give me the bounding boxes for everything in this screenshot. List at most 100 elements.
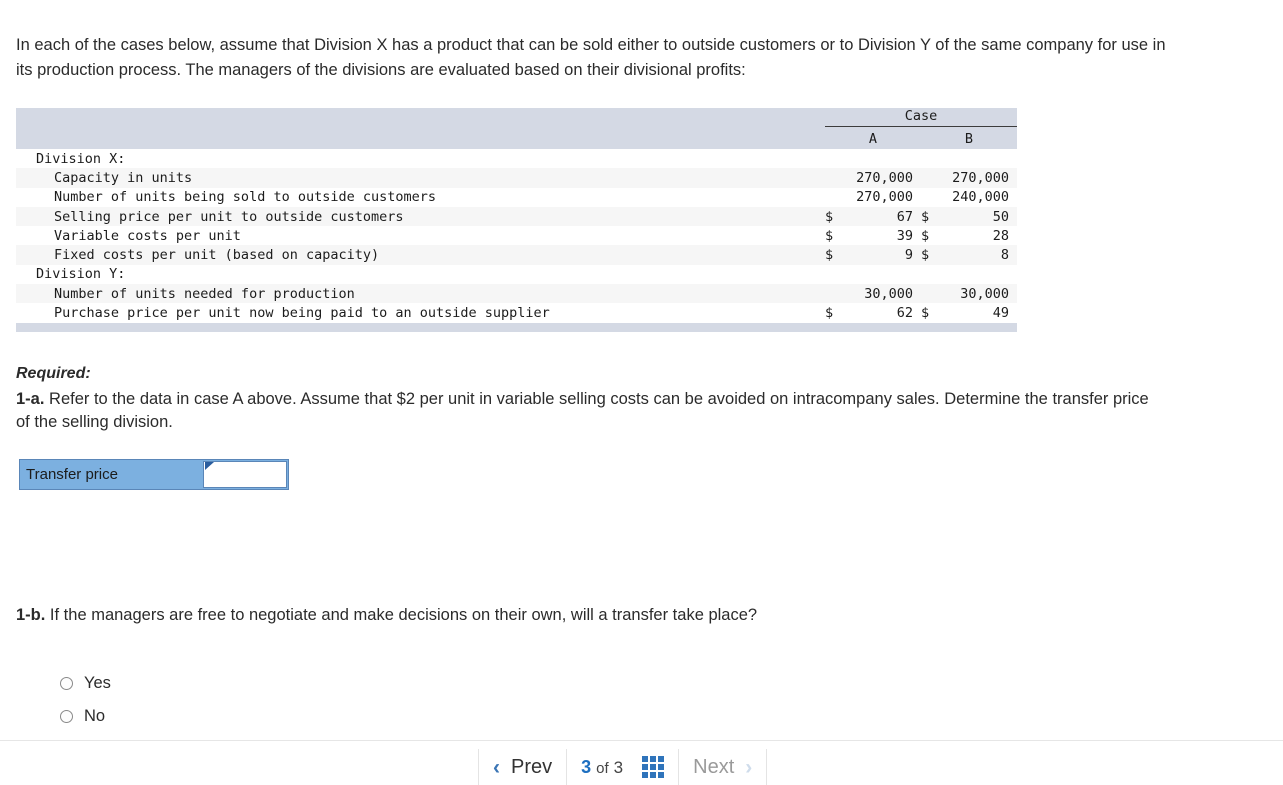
case-data-table: Case A B Division X: Capacity in units 270… [16,108,1017,332]
grid-cell [642,756,649,762]
table-cell-value: 49 [992,305,1009,322]
radio-option-no[interactable]: No [60,700,111,733]
table-cell-currency: $ [825,227,834,244]
table-cell-value: 9 [904,247,913,264]
table-row: Number of units needed for production 30,… [16,284,1017,304]
table-cell-value: 62 [896,305,913,322]
case-data-table-container: Case A B Division X: Capacity in units 270… [16,108,1017,332]
required-heading: Required: [16,365,91,382]
grid-cell [642,764,649,770]
transfer-price-input[interactable] [203,461,287,488]
yes-no-radio-group: Yes No [60,667,111,733]
next-button[interactable]: Next › [679,749,766,785]
grid-view-icon[interactable] [642,756,665,778]
grid-cell [650,772,657,778]
table-data-rows: Division X: Capacity in units 270,000 270,0… [16,149,1017,323]
table-row-label: Number of units being sold to outside cu… [54,189,437,206]
table-cell-value: 28 [992,227,1009,244]
header-blank-cell [16,108,820,128]
table-cell-value [943,265,1017,284]
radio-option-yes[interactable]: Yes [60,667,111,700]
table-cell-value: 30,000 [960,285,1009,302]
table-row-label: Purchase price per unit now being paid t… [54,305,550,322]
table-cell-currency [921,149,943,168]
table-cell-value: 50 [992,208,1009,225]
table-cell-currency: $ [921,247,930,264]
total-page-number: 3 [613,757,624,777]
table-row: Variable costs per unit $39 $28 [16,226,1017,246]
table-cell-currency [921,168,943,187]
table-row: Selling price per unit to outside custom… [16,206,1017,227]
group-header-case-label: Case [825,108,1017,127]
table-cell-currency: $ [825,247,834,264]
grid-cell [658,772,665,778]
question-1a-label: 1-a. [16,389,45,408]
table-cell-currency [825,265,847,284]
table-cell-value [847,149,921,168]
grid-cell [658,756,665,762]
table-row: Purchase price per unit now being paid t… [16,303,1017,323]
table-cell-currency [921,284,943,303]
prev-button-label: Prev [511,755,553,778]
table-footer-band [16,322,1017,332]
table-row: Number of units being sold to outside cu… [16,187,1017,207]
table-row: Capacity in units 270,000 270,000 [16,168,1017,188]
table-row-label: Division Y: [36,266,126,283]
table-cell-value: 39 [896,227,913,244]
column-header-a: A [825,128,921,149]
question-1a-text: Refer to the data in case A above. Assum… [16,389,1149,432]
table-footer-band-row [16,322,1017,332]
table-body: Case A B [16,108,1017,149]
transfer-price-label: Transfer price [20,460,202,489]
current-page-number: 3 [581,756,592,777]
table-cell-value: 270,000 [952,169,1009,186]
radio-label-yes: Yes [84,674,111,692]
bottom-navigation-bar: ‹ Prev 3 of 3 Next › [478,749,768,785]
radio-button-yes-icon[interactable] [60,677,73,690]
table-row: Division Y: [16,264,1017,285]
grid-cell [650,756,657,762]
radio-button-no-icon[interactable] [60,710,73,723]
table-cell-value: 270,000 [856,169,913,186]
table-cell-value [847,265,921,284]
table-footer [16,322,1017,332]
question-1b-text: If the managers are free to negotiate an… [45,606,758,624]
table-cell-currency: $ [825,208,834,225]
table-row-label: Capacity in units [54,169,193,186]
transfer-price-input-cell[interactable] [202,460,288,489]
table-cell-currency [825,284,847,303]
table-cell-currency [921,265,943,284]
radio-label-no: No [84,707,106,725]
group-header-case: Case [825,108,1017,128]
table-cell-value: 270,000 [856,189,913,206]
table-column-header-row: A B [16,128,1017,149]
page-of-label: of [596,759,609,777]
grid-cell [658,764,665,770]
table-cell-currency: $ [921,227,930,244]
transfer-price-answer-widget: Transfer price [19,459,289,490]
table-cell-currency [825,168,847,187]
chevron-left-icon: ‹ [493,755,500,779]
table-cell-value: 30,000 [864,285,913,302]
grid-cell [642,772,649,778]
table-row-label: Fixed costs per unit (based on capacity) [54,247,380,264]
question-intro-paragraph: In each of the cases below, assume that … [16,36,1166,79]
question-1b: 1-b. If the managers are free to negotia… [16,604,1116,627]
question-1b-label: 1-b. [16,606,46,624]
page-counter: 3 of 3 [581,757,623,778]
table-cell-value: 8 [1000,247,1009,264]
table-group-header-row: Case [16,108,1017,128]
table-row: Fixed costs per unit (based on capacity)… [16,245,1017,265]
table-row-label: Division X: [36,150,126,167]
table-cell-currency: $ [825,305,834,322]
column-header-blank [16,128,820,149]
table-cell-value: 67 [896,208,913,225]
table-cell-currency: $ [921,305,930,322]
table-cell-currency [825,188,847,207]
table-row: Division X: [16,149,1017,169]
nav-separator-rule [0,740,1283,741]
table-row-label: Selling price per unit to outside custom… [54,208,404,225]
prev-button[interactable]: ‹ Prev [479,749,566,785]
grid-cell [650,764,657,770]
table-cell-currency [825,149,847,168]
